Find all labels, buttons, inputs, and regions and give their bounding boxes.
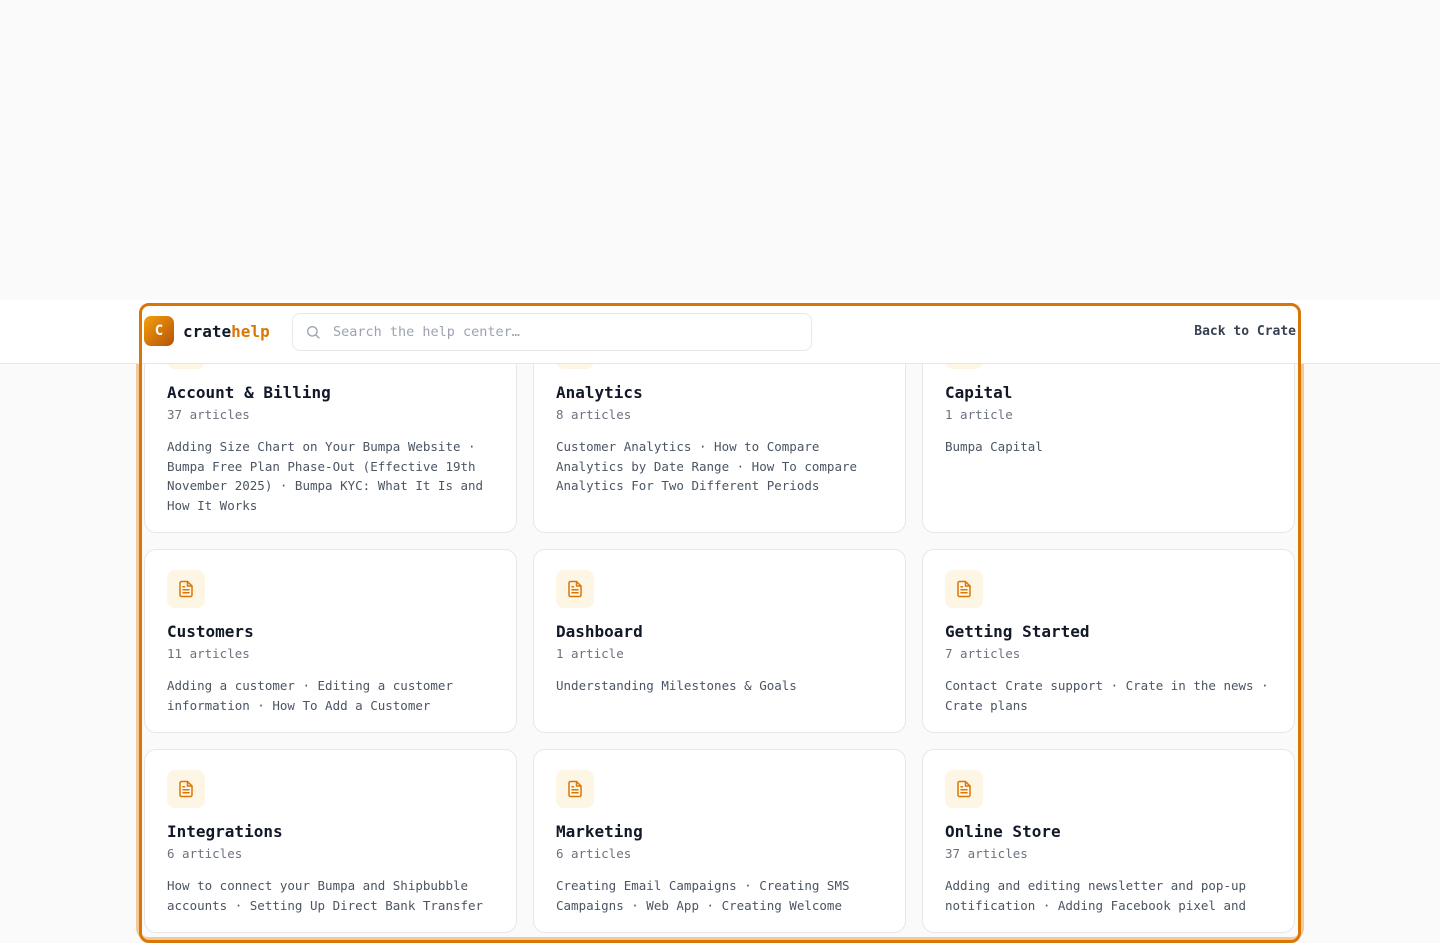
category-title: Customers — [167, 622, 254, 641]
document-icon — [945, 770, 983, 808]
category-articles: Customer Analytics · How to Compare Anal… — [556, 439, 858, 494]
article-count: 1 article — [556, 646, 624, 661]
document-icon — [167, 770, 205, 808]
site-header: C cratehelp Back to Crate — [0, 300, 1440, 364]
article-count: 6 articles — [556, 846, 632, 861]
category-articles: How to connect your Bumpa and Shipbubble… — [167, 878, 484, 913]
category-articles: Contact Crate support · Crate in the new… — [945, 678, 1269, 713]
search-box[interactable] — [292, 313, 812, 351]
document-icon — [167, 570, 205, 608]
category-articles: Adding a customer · Editing a customer i… — [167, 678, 453, 713]
category-title: Analytics — [556, 383, 643, 402]
category-card-marketing[interactable]: Marketing 6 articles Creating Email Camp… — [533, 749, 906, 933]
category-articles: Bumpa Capital — [945, 439, 1043, 454]
category-title: Account & Billing — [167, 383, 331, 402]
category-title: Dashboard — [556, 622, 643, 641]
back-to-crate-link[interactable]: Back to Crate — [1194, 324, 1296, 339]
article-count: 8 articles — [556, 407, 632, 422]
logo-badge[interactable]: C — [144, 316, 174, 346]
category-articles: Adding Size Chart on Your Bumpa Website … — [167, 439, 484, 513]
category-articles: Adding and editing newsletter and pop-up… — [945, 878, 1247, 913]
article-count: 1 article — [945, 407, 1013, 422]
category-title: Capital — [945, 383, 1013, 402]
category-card-getting-started[interactable]: Getting Started 7 articles Contact Crate… — [922, 549, 1295, 733]
article-count: 37 articles — [167, 407, 250, 422]
document-icon — [945, 570, 983, 608]
category-title: Online Store — [945, 822, 1061, 841]
brand-name-part2: help — [231, 322, 270, 341]
category-title: Integrations — [167, 822, 283, 841]
category-articles: Creating Email Campaigns · Creating SMS … — [556, 878, 850, 913]
category-title: Getting Started — [945, 622, 1090, 641]
search-input[interactable] — [331, 323, 775, 341]
brand-name[interactable]: cratehelp — [183, 322, 270, 342]
article-count: 7 articles — [945, 646, 1021, 661]
category-card-dashboard[interactable]: Dashboard 1 article Understanding Milest… — [533, 549, 906, 733]
document-icon — [556, 570, 594, 608]
category-card-online-store[interactable]: Online Store 37 articles Adding and edit… — [922, 749, 1295, 933]
document-icon — [556, 770, 594, 808]
category-articles: Understanding Milestones & Goals — [556, 678, 797, 693]
article-count: 37 articles — [945, 846, 1028, 861]
brand-name-part1: crate — [183, 322, 232, 341]
article-count: 6 articles — [167, 846, 243, 861]
article-count: 11 articles — [167, 646, 250, 661]
category-grid: Account & Billing 37 articles Adding Siz… — [144, 310, 1296, 933]
category-title: Marketing — [556, 822, 643, 841]
category-card-integrations[interactable]: Integrations 6 articles How to connect y… — [144, 749, 517, 933]
search-icon — [307, 326, 320, 339]
category-card-customers[interactable]: Customers 11 articles Adding a customer … — [144, 549, 517, 733]
